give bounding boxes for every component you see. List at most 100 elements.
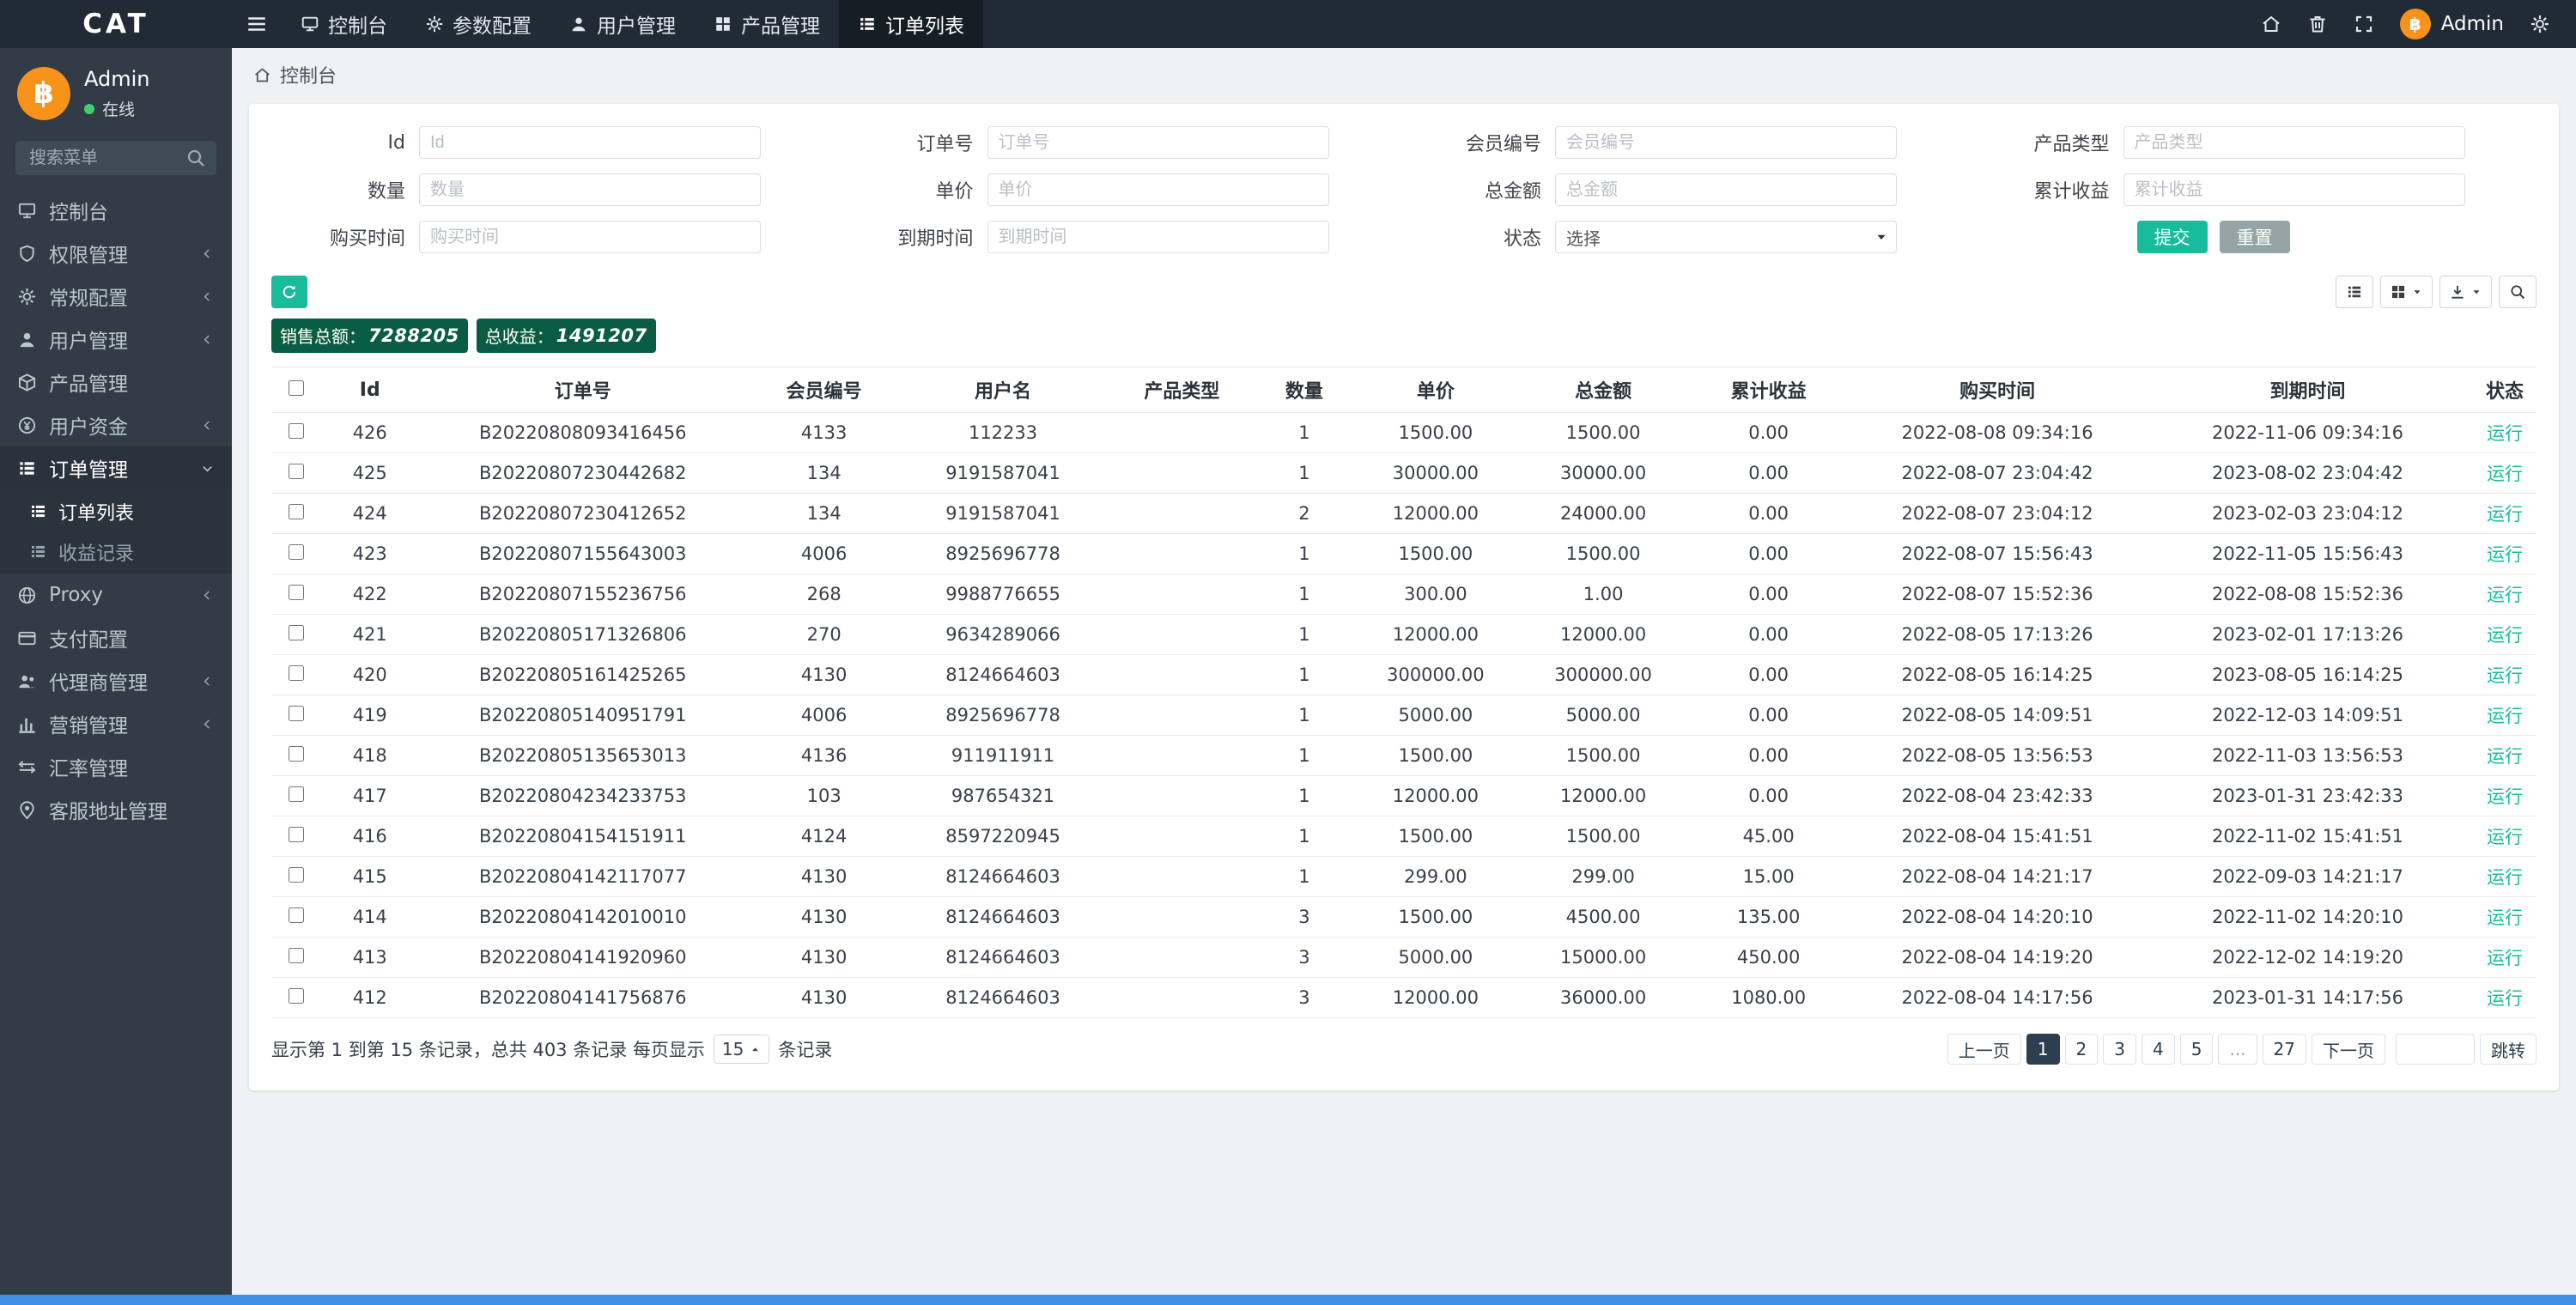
topnav-label: 产品管理 [741, 15, 820, 38]
sidebar-item-label: 用户管理 [49, 331, 128, 353]
quantity-input[interactable] [419, 173, 761, 206]
topnav-console[interactable]: 控制台 [282, 0, 406, 48]
submit-button[interactable]: 提交 [2136, 221, 2208, 253]
cell: 2022-12-02 14:19:20 [2142, 937, 2474, 978]
page-button-27[interactable]: 27 [2262, 1034, 2306, 1065]
sidebar-item-exchange-rate[interactable]: 汇率管理 [0, 745, 232, 788]
column-header[interactable]: 单价 [1349, 367, 1522, 413]
home-icon[interactable] [2261, 14, 2281, 34]
row-checkbox[interactable] [289, 867, 305, 883]
row-checkbox[interactable] [289, 907, 305, 923]
filter-field-order-no: 订单号 [840, 126, 1401, 159]
filter-label: 数量 [367, 181, 405, 203]
row-checkbox[interactable] [289, 423, 305, 439]
column-header[interactable]: 订单号 [418, 367, 747, 413]
jump-page-input[interactable] [2396, 1034, 2475, 1065]
settings-gear-icon[interactable] [2530, 14, 2550, 34]
status-select[interactable]: 选择 [1555, 221, 1897, 253]
sidebar-item-console[interactable]: 控制台 [0, 189, 232, 232]
order-no-input[interactable] [987, 126, 1329, 159]
sidebar-item-payment-config[interactable]: 支付配置 [0, 616, 232, 659]
sidebar-item-service-address[interactable]: 客服地址管理 [0, 788, 232, 831]
select-all-checkbox[interactable] [289, 379, 305, 396]
column-header[interactable]: Id [321, 367, 419, 413]
cell: 2022-08-05 17:13:26 [1852, 614, 2142, 655]
checkbox-cell [271, 452, 322, 494]
row-checkbox[interactable] [289, 464, 305, 479]
row-checkbox[interactable] [289, 786, 305, 802]
page-size-select[interactable]: 15 [713, 1035, 770, 1064]
page-button-2[interactable]: 2 [2064, 1034, 2099, 1065]
sidebar-item-marketing[interactable]: 营销管理 [0, 702, 232, 745]
row-checkbox[interactable] [289, 585, 305, 600]
sidebar-item-general-config[interactable]: 常规配置 [0, 275, 232, 318]
sidebar-toggle-button[interactable] [232, 0, 282, 48]
view-toggle-button[interactable] [2336, 276, 2373, 308]
row-checkbox[interactable] [289, 665, 305, 681]
chart-icon [17, 714, 37, 734]
column-header[interactable]: 状态 [2473, 367, 2537, 413]
row-checkbox[interactable] [289, 827, 305, 842]
total-profit-input[interactable] [2123, 173, 2465, 206]
status-cell: 运行 [2473, 574, 2537, 615]
table-row: 426 B20220808093416456 4133 112233 1 1500.00 1… [271, 412, 2537, 453]
column-header[interactable]: 会员编号 [746, 367, 902, 413]
product-type-input[interactable] [2123, 126, 2465, 159]
column-header[interactable]: 购买时间 [1852, 367, 2142, 413]
next-page-button[interactable]: 下一页 [2312, 1034, 2385, 1065]
sidebar-item-order-mgmt[interactable]: 订单管理 [0, 446, 232, 489]
topnav-params[interactable]: 参数配置 [406, 0, 550, 48]
cube-icon [17, 373, 37, 392]
prev-page-button[interactable]: 上一页 [1947, 1034, 2021, 1065]
column-header[interactable]: 数量 [1259, 367, 1350, 413]
topnav-orders[interactable]: 订单列表 [839, 0, 983, 48]
trash-icon[interactable] [2307, 14, 2328, 34]
table-search-button[interactable] [2499, 276, 2537, 308]
row-checkbox[interactable] [289, 625, 305, 640]
topnav-products[interactable]: 产品管理 [695, 0, 839, 48]
expire-time-input[interactable] [987, 221, 1329, 253]
page-button-3[interactable]: 3 [2103, 1034, 2136, 1065]
row-checkbox[interactable] [289, 706, 305, 721]
fullscreen-icon[interactable] [2354, 14, 2374, 34]
cell: B20220804142010010 [418, 896, 747, 938]
page-button-4[interactable]: 4 [2142, 1034, 2175, 1065]
search-icon[interactable] [185, 148, 206, 168]
sidebar-item-auth[interactable]: 权限管理 [0, 232, 232, 275]
jump-button[interactable]: 跳转 [2480, 1034, 2537, 1065]
sidebar-item-product-mgmt[interactable]: 产品管理 [0, 361, 232, 404]
total-amount-input[interactable] [1555, 173, 1897, 206]
row-checkbox[interactable] [289, 948, 305, 963]
sidebar-item-profit-records[interactable]: 收益记录 [0, 531, 232, 572]
sidebar-item-user-funds[interactable]: 用户资金 [0, 404, 232, 446]
topnav-users[interactable]: 用户管理 [550, 0, 695, 48]
refresh-button[interactable] [271, 276, 307, 308]
filter-label: 购买时间 [329, 228, 405, 250]
row-checkbox[interactable] [289, 988, 305, 1004]
cell: 2023-01-31 23:42:33 [2142, 775, 2474, 816]
page-button-1[interactable]: 1 [2026, 1034, 2060, 1065]
page-button-5[interactable]: 5 [2179, 1034, 2214, 1065]
column-header[interactable]: 总金额 [1522, 367, 1686, 413]
sidebar-item-user-mgmt[interactable]: 用户管理 [0, 318, 232, 361]
column-header[interactable]: 用户名 [901, 367, 1105, 413]
admin-menu[interactable]: ฿ Admin [2399, 9, 2504, 39]
user-panel: ฿ Admin 在线 [0, 48, 232, 134]
sidebar-item-order-list[interactable]: 订单列表 [0, 491, 232, 531]
column-header[interactable]: 产品类型 [1104, 367, 1260, 413]
id-input[interactable] [419, 126, 761, 159]
reset-button[interactable]: 重置 [2219, 221, 2290, 253]
brand-logo: CAT [82, 9, 149, 39]
buy-time-input[interactable] [419, 221, 761, 253]
column-header[interactable]: 累计收益 [1685, 367, 1853, 413]
column-header[interactable]: 到期时间 [2142, 367, 2474, 413]
row-checkbox[interactable] [289, 746, 305, 762]
sidebar-item-agent-mgmt[interactable]: 代理商管理 [0, 659, 232, 702]
columns-button[interactable] [2380, 276, 2433, 308]
unit-price-input[interactable] [987, 173, 1329, 206]
member-no-input[interactable] [1555, 126, 1897, 159]
row-checkbox[interactable] [289, 544, 305, 560]
row-checkbox[interactable] [289, 504, 305, 519]
sidebar-item-proxy[interactable]: Proxy [0, 574, 232, 616]
export-button[interactable] [2439, 276, 2492, 308]
